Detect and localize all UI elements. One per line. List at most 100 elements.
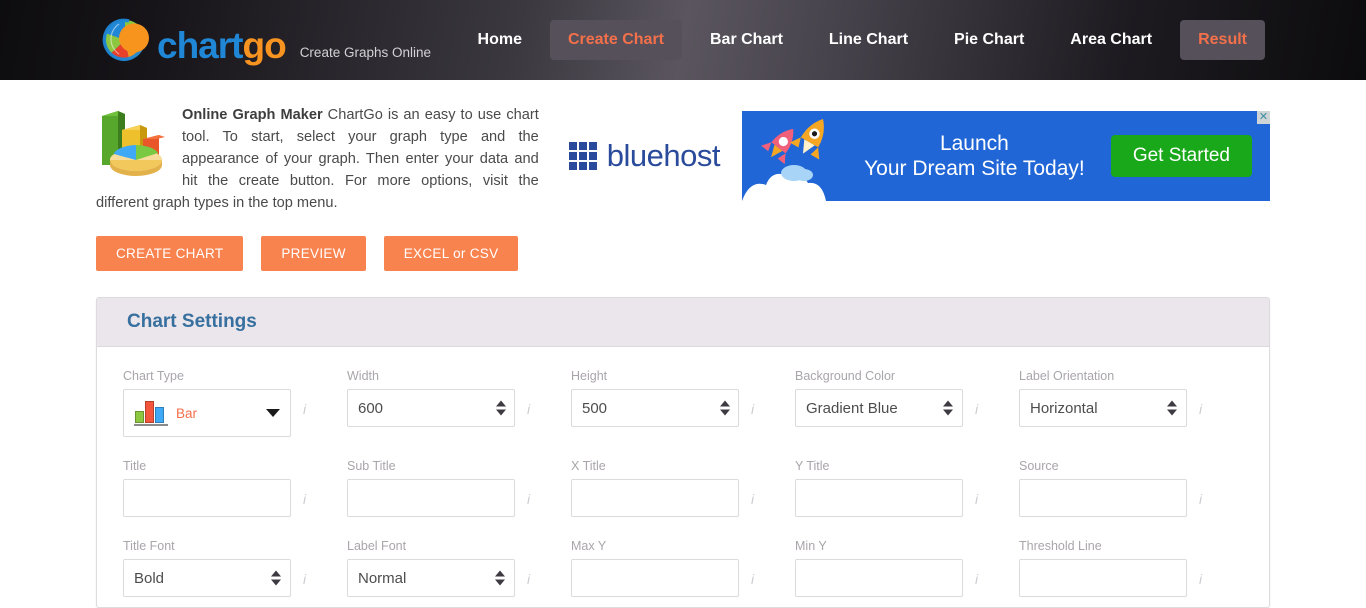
- background-color-arrows[interactable]: [943, 400, 953, 416]
- info-icon-height[interactable]: i: [751, 401, 754, 417]
- field-sub-title: Sub Title i: [347, 459, 571, 517]
- label-font-label: Label Font: [347, 539, 407, 553]
- ad-line-2: Your Dream Site Today!: [864, 156, 1085, 180]
- label-font-value: Normal: [358, 569, 407, 587]
- info-icon-max-y[interactable]: i: [751, 571, 754, 587]
- info-icon-title[interactable]: i: [303, 491, 306, 507]
- chart-settings-body: Chart Type Bar i Width 600 i Height 500 …: [97, 347, 1269, 607]
- background-color-select[interactable]: Gradient Blue: [795, 389, 963, 427]
- label-orientation-select[interactable]: Horizontal: [1019, 389, 1187, 427]
- title-font-label: Title Font: [123, 539, 175, 553]
- info-icon-x-title[interactable]: i: [751, 491, 754, 507]
- min-y-label: Min Y: [795, 539, 827, 553]
- field-title: Title i: [123, 459, 347, 517]
- site-tagline: Create Graphs Online: [299, 45, 432, 60]
- intro-and-ad-row: Online Graph Maker ChartGo is an easy to…: [0, 80, 1366, 214]
- threshold-line-label: Threshold Line: [1019, 539, 1102, 553]
- chart-settings-header: Chart Settings: [97, 298, 1269, 347]
- width-input[interactable]: [347, 389, 515, 427]
- nav-item-line-chart[interactable]: Line Chart: [811, 20, 926, 60]
- height-input[interactable]: [571, 389, 739, 427]
- nav-item-result[interactable]: Result: [1180, 20, 1265, 60]
- x-title-input[interactable]: [571, 479, 739, 517]
- ad-line-1: Launch: [939, 131, 1009, 155]
- ad-cta-button[interactable]: Get Started: [1110, 135, 1252, 177]
- chart-type-value: Bar: [176, 405, 198, 421]
- nav-item-pie-chart[interactable]: Pie Chart: [936, 20, 1042, 60]
- excel-or-csv-button[interactable]: EXCEL or CSV: [383, 236, 519, 271]
- chart-settings-panel: Chart Settings Chart Type Bar i Width 60…: [96, 297, 1270, 608]
- ad-copy: Launch Your Dream Site Today!: [838, 131, 1111, 182]
- sub-title-input[interactable]: [347, 479, 515, 517]
- chevron-down-icon[interactable]: [266, 409, 280, 417]
- width-label: Width: [347, 369, 379, 383]
- sub-title-label: Sub Title: [347, 459, 396, 473]
- info-icon-source[interactable]: i: [1199, 491, 1202, 507]
- title-input[interactable]: [123, 479, 291, 517]
- info-icon-chart-type[interactable]: i: [303, 401, 306, 417]
- nav-item-create-chart[interactable]: Create Chart: [549, 20, 682, 60]
- x-title-label: X Title: [571, 459, 606, 473]
- title-font-value: Bold: [134, 569, 165, 587]
- ad-banner[interactable]: Launch Your Dream Site Today! Get Starte…: [742, 111, 1270, 201]
- info-icon-label-font[interactable]: i: [527, 571, 530, 587]
- site-header: chartgo Create Graphs Online Home Create…: [0, 0, 1366, 80]
- background-color-label: Background Color: [795, 369, 896, 383]
- label-font-select[interactable]: Normal: [347, 559, 515, 597]
- bluehost-sponsor[interactable]: bluehost: [568, 138, 721, 174]
- bluehost-grid-icon: [568, 142, 597, 170]
- settings-row-1: Chart Type Bar i Width 600 i Height 500 …: [123, 369, 1243, 437]
- field-chart-type: Chart Type Bar i: [123, 369, 347, 437]
- source-label: Source: [1019, 459, 1059, 473]
- max-y-label: Max Y: [571, 539, 607, 553]
- logo-word-part1: chart: [157, 25, 243, 66]
- field-height: Height i: [571, 369, 795, 437]
- chart-type-select[interactable]: Bar: [123, 389, 291, 437]
- bar-chart-icon: [134, 400, 168, 426]
- bluehost-wordmark: bluehost: [606, 138, 721, 173]
- intro-block: Online Graph Maker ChartGo is an easy to…: [96, 98, 539, 214]
- settings-row-2: Title i Sub Title i X Title i Y Title i …: [123, 459, 1243, 517]
- source-input[interactable]: [1019, 479, 1187, 517]
- nav-item-area-chart[interactable]: Area Chart: [1052, 20, 1170, 60]
- label-orientation-arrows[interactable]: [1167, 400, 1177, 416]
- min-y-input[interactable]: [795, 559, 963, 597]
- height-stepper[interactable]: [720, 400, 730, 416]
- height-label: Height: [571, 369, 608, 383]
- info-icon-background-color[interactable]: i: [975, 401, 978, 417]
- title-font-arrows[interactable]: [271, 570, 281, 586]
- threshold-line-input[interactable]: [1019, 559, 1187, 597]
- settings-row-3: Title Font Bold i Label Font Normal i Ma…: [123, 539, 1243, 597]
- field-threshold-line: Threshold Line i: [1019, 539, 1243, 597]
- panel-title: Chart Settings: [127, 311, 257, 332]
- label-orientation-label: Label Orientation: [1019, 369, 1115, 383]
- main-nav: Home Create Chart Bar Chart Line Chart P…: [455, 20, 1270, 60]
- ad-close-icon[interactable]: ✕: [1257, 111, 1270, 124]
- info-icon-title-font[interactable]: i: [303, 571, 306, 587]
- action-buttons-row: CREATE CHART PREVIEW EXCEL or CSV: [0, 214, 1366, 271]
- preview-button[interactable]: PREVIEW: [261, 236, 366, 271]
- background-color-value: Gradient Blue: [806, 399, 898, 417]
- info-icon-threshold-line[interactable]: i: [1199, 571, 1202, 587]
- info-icon-label-orientation[interactable]: i: [1199, 401, 1202, 417]
- info-icon-y-title[interactable]: i: [975, 491, 978, 507]
- field-label-orientation: Label Orientation Horizontal i: [1019, 369, 1243, 437]
- bar-and-pie-chart-icon: [96, 100, 172, 176]
- logo-word-part2: go: [242, 25, 286, 66]
- width-stepper[interactable]: [496, 400, 506, 416]
- intro-lead: Online Graph Maker: [182, 107, 323, 123]
- label-font-arrows[interactable]: [495, 570, 505, 586]
- create-chart-button[interactable]: CREATE CHART: [96, 236, 244, 271]
- nav-item-bar-chart[interactable]: Bar Chart: [692, 20, 801, 60]
- y-title-input[interactable]: [795, 479, 963, 517]
- title-font-select[interactable]: Bold: [123, 559, 291, 597]
- advertisement-zone: bluehost Launch Your Dream Site Today! G…: [568, 98, 1270, 214]
- info-icon-sub-title[interactable]: i: [527, 491, 530, 507]
- field-width: Width i: [347, 369, 571, 437]
- info-icon-min-y[interactable]: i: [975, 571, 978, 587]
- nav-item-home[interactable]: Home: [460, 20, 540, 60]
- brand-logo[interactable]: chartgo Create Graphs Online: [96, 14, 431, 66]
- max-y-input[interactable]: [571, 559, 739, 597]
- info-icon-width[interactable]: i: [527, 401, 530, 417]
- chart-type-label: Chart Type: [123, 369, 184, 383]
